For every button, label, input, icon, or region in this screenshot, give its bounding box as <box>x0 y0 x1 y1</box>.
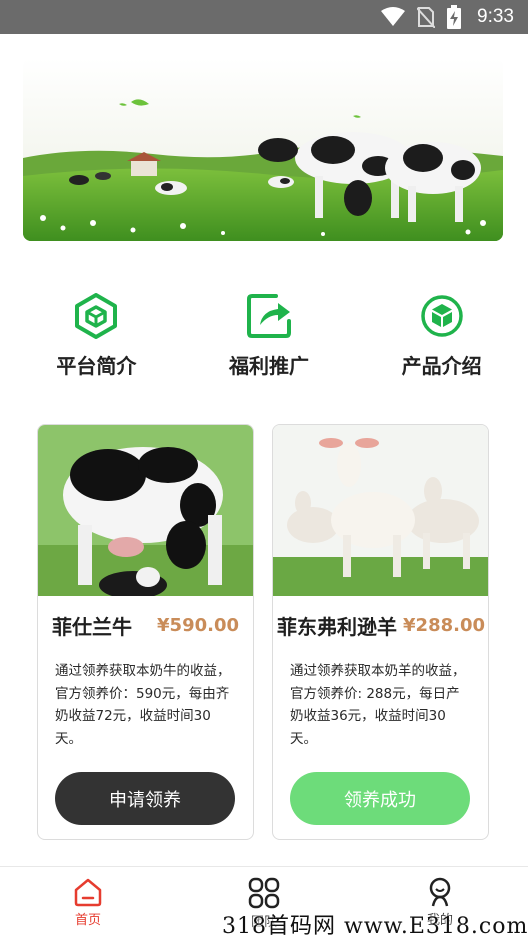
grid-icon <box>248 877 280 909</box>
quick-item-label: 产品介绍 <box>401 354 482 378</box>
status-bar: 9:33 <box>0 0 528 34</box>
quick-item-platform-intro[interactable]: 平台简介 <box>10 292 183 382</box>
quick-item-label: 平台简介 <box>56 354 137 378</box>
cube-icon <box>72 292 120 340</box>
quick-nav: 平台简介 福利推广 产品介绍 <box>0 292 528 382</box>
tab-label: 首页 <box>74 913 101 928</box>
product-name: 菲仕兰牛 <box>52 614 132 639</box>
product-price: ¥288.00 <box>403 614 485 636</box>
product-name: 菲东弗利逊羊 <box>277 614 397 639</box>
quick-item-label: 福利推广 <box>229 354 309 378</box>
product-card: 菲仕兰牛 ¥590.00 通过领养获取本奶牛的收益，官方领养价：590元，每由齐… <box>37 424 254 840</box>
card-header: 菲东弗利逊羊 ¥288.00 <box>273 610 488 640</box>
status-time: 9:33 <box>477 6 514 27</box>
goat-image <box>273 425 488 596</box>
product-card: 菲东弗利逊羊 ¥288.00 通过领养获取本奶羊的收益，官方领养价: 288元，… <box>272 424 489 840</box>
card-header: 菲仕兰牛 ¥590.00 <box>38 610 253 640</box>
tab-home[interactable]: 首页 <box>0 867 176 937</box>
cow-image <box>38 425 253 596</box>
user-icon <box>429 877 451 907</box>
product-price: ¥590.00 <box>157 614 239 636</box>
share-icon <box>245 292 293 340</box>
battery-charging-icon <box>447 5 462 29</box>
box-icon <box>418 292 466 340</box>
product-description: 通过领养获取本奶羊的收益，官方领养价: 288元，每日产奶收益36元，收益时间3… <box>290 663 466 747</box>
banner-image[interactable] <box>23 58 503 241</box>
apply-adopt-button[interactable]: 申请领养 <box>55 772 235 825</box>
no-sim-icon <box>417 7 436 28</box>
adopt-success-button[interactable]: 领养成功 <box>290 772 470 825</box>
product-description: 通过领养获取本奶牛的收益，官方领养价：590元，每由齐奶收益72元，收益时间30… <box>55 663 231 747</box>
wifi-icon <box>381 7 406 26</box>
home-icon <box>74 878 102 907</box>
quick-item-product-intro[interactable]: 产品介绍 <box>355 292 528 382</box>
quick-item-welfare-promotion[interactable]: 福利推广 <box>183 292 356 382</box>
watermark-text: 318首码网 www.E318.com <box>222 914 528 937</box>
